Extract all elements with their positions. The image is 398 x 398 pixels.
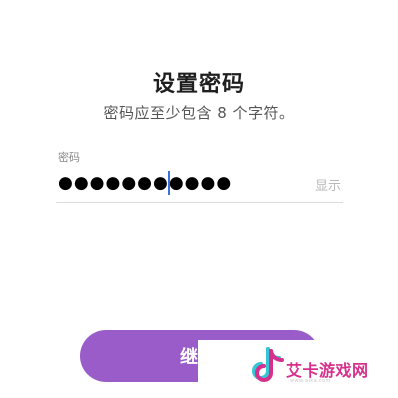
page-subtitle: 密码应至少包含 8 个字符。 bbox=[103, 104, 295, 122]
password-label: 密码 bbox=[58, 151, 80, 164]
page-title: 设置密码 bbox=[152, 72, 245, 97]
text-cursor bbox=[168, 171, 170, 195]
watermark-url: www.aika.com bbox=[290, 378, 331, 384]
password-masked-value[interactable]: ●●●●●●●●●●● bbox=[58, 170, 232, 196]
show-password-toggle[interactable]: 显示 bbox=[315, 175, 341, 194]
watermark-logo-icon bbox=[252, 347, 284, 382]
password-field[interactable]: ●●●●●●●●●●● 显示 bbox=[56, 166, 343, 203]
